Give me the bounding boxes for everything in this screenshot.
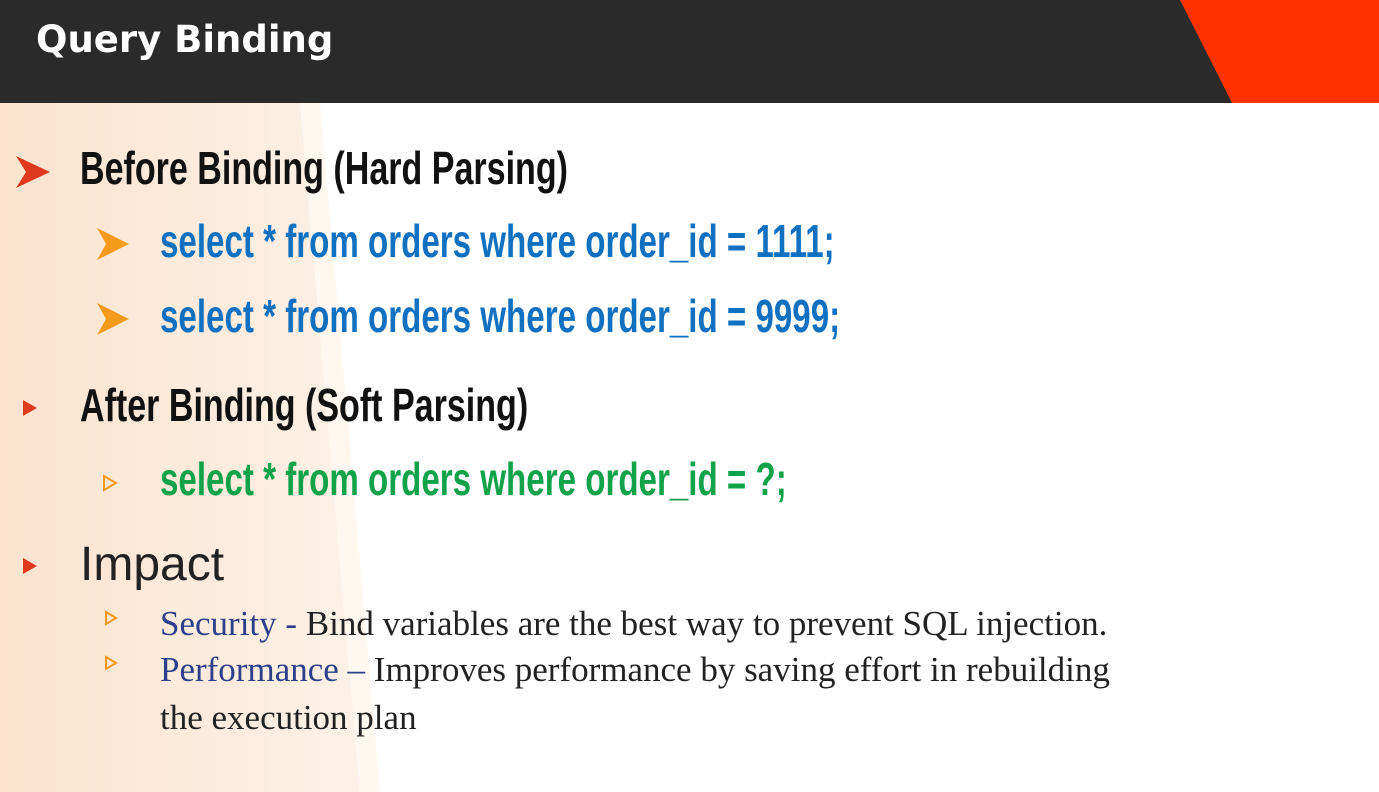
triangle-outline-bullet-icon: [105, 655, 118, 671]
impact-item-label: Security -: [160, 604, 298, 643]
arrowhead-bullet-icon: [97, 303, 129, 335]
impact-item-performance: Performance – Improves performance by sa…: [160, 650, 1110, 690]
triangle-outline-bullet-icon: [103, 474, 118, 492]
code-line: select * from orders where order_id = ?;: [160, 453, 787, 505]
impact-item-text: Bind variables are the best way to preve…: [297, 604, 1108, 643]
slide-title: Query Binding: [36, 18, 334, 61]
arrowhead-bullet-icon: [97, 228, 129, 260]
triangle-bullet-icon: [23, 558, 37, 574]
code-line: select * from orders where order_id = 99…: [160, 290, 841, 342]
arrowhead-bullet-icon: [16, 156, 50, 188]
code-line: select * from orders where order_id = 11…: [160, 215, 835, 267]
impact-item-text: Improves performance by saving effort in…: [365, 650, 1110, 689]
impact-item-security: Security - Bind variables are the best w…: [160, 604, 1107, 644]
before-binding-heading: Before Binding (Hard Parsing): [80, 142, 568, 194]
title-bar: Query Binding: [0, 0, 1379, 103]
impact-item-continuation: the execution plan: [160, 698, 417, 737]
triangle-outline-bullet-icon: [105, 610, 118, 626]
impact-item-label: Performance –: [160, 650, 366, 689]
impact-heading: Impact: [80, 538, 225, 591]
triangle-bullet-icon: [23, 400, 37, 416]
after-binding-heading: After Binding (Soft Parsing): [80, 379, 529, 431]
